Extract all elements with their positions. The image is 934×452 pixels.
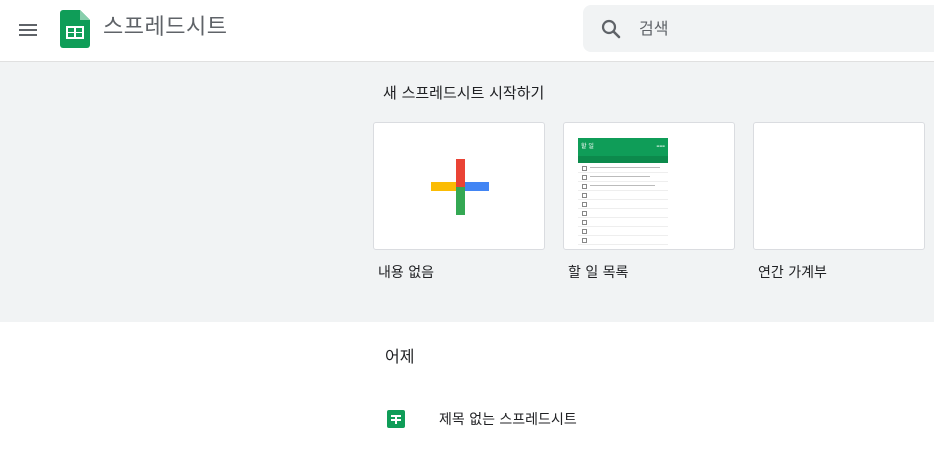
todo-preview-row (578, 200, 668, 209)
gallery-title: 새 스프레드시트 시작하기 (383, 84, 545, 102)
hamburger-menu-icon (19, 24, 37, 36)
sheets-logo-icon[interactable] (60, 10, 90, 48)
todo-preview: 할 일 ▬▬▬ (578, 138, 668, 249)
todo-preview-header-text: ▬▬▬ (656, 144, 665, 148)
template-blank-label[interactable]: 내용 없음 (378, 262, 434, 282)
search-input[interactable] (639, 5, 919, 52)
app-header: 스프레드시트 (0, 0, 934, 60)
todo-preview-row (578, 191, 668, 200)
search-box[interactable] (583, 5, 934, 52)
main-menu-button[interactable] (8, 10, 48, 50)
recent-section-title: 어제 (385, 347, 415, 366)
todo-preview-row (578, 236, 668, 245)
todo-preview-row (578, 209, 668, 218)
template-annual-budget-label[interactable]: 연간 가계부 (758, 262, 827, 282)
plus-icon (431, 159, 489, 215)
todo-preview-row (578, 227, 668, 236)
template-gallery: 새 스프레드시트 시작하기 내용 없음 할 일 ▬▬▬ 할 일 목록 연간 가계… (0, 61, 934, 322)
sheets-file-icon (387, 410, 405, 428)
todo-preview-title: 할 일 (581, 143, 594, 150)
todo-preview-header: 할 일 ▬▬▬ (578, 138, 668, 156)
app-title: 스프레드시트 (103, 15, 228, 40)
template-annual-budget-card[interactable] (753, 122, 925, 250)
todo-preview-row (578, 182, 668, 191)
todo-preview-row (578, 173, 668, 182)
file-name[interactable]: 제목 없는 스프레드시트 (439, 409, 577, 429)
todo-preview-columns (578, 156, 668, 163)
template-blank-card[interactable] (373, 122, 545, 250)
template-todo-label[interactable]: 할 일 목록 (568, 262, 628, 282)
todo-preview-row (578, 218, 668, 227)
search-icon[interactable] (599, 17, 623, 41)
file-row[interactable]: 제목 없는 스프레드시트 (370, 398, 934, 438)
template-todo-card[interactable]: 할 일 ▬▬▬ (563, 122, 735, 250)
todo-preview-row (578, 164, 668, 173)
